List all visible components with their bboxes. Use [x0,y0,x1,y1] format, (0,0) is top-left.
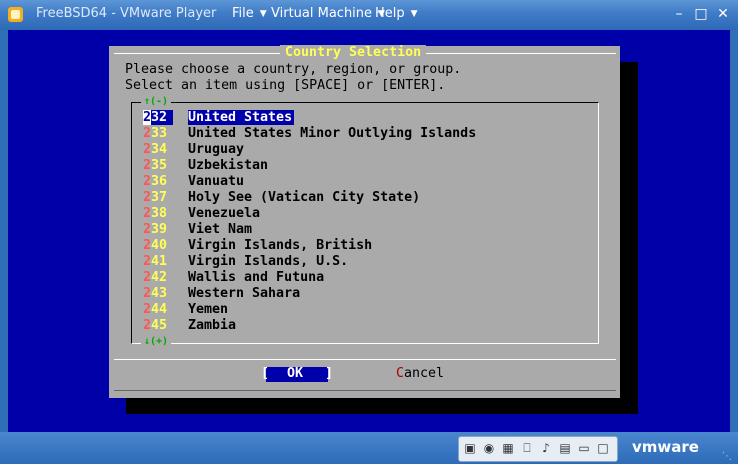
window-title: FreeBSD64 - VMware Player [36,6,217,21]
list-item[interactable]: 239 Viet Nam [143,222,252,238]
item-number: 240 [143,238,168,253]
minimize-icon[interactable]: – [668,4,690,24]
item-number: 239 [143,222,168,237]
player-statusbar [0,432,738,464]
cd-drive-icon[interactable]: ◉ [482,441,496,455]
dialog-separator [114,359,616,360]
item-number: 244 [143,302,168,317]
network-icon[interactable]: ▣ [463,441,477,455]
item-number: 238 [143,206,168,221]
list-item[interactable]: 236 Vanuatu [143,174,244,190]
ok-bracket-right: ] [325,366,334,381]
item-label: Zambia [188,318,237,333]
item-label: Holy See (Vatican City State) [188,190,421,205]
item-number: 243 [143,286,168,301]
close-icon[interactable]: ✕ [712,4,734,24]
item-label: Uruguay [188,142,245,157]
chevron-down-icon: ▼ [259,9,267,19]
menu-file[interactable]: File ▼ [232,6,267,21]
chevron-down-icon: ▼ [410,9,418,19]
item-label: Viet Nam [188,222,253,237]
ok-button-label: OK [287,366,304,381]
list-item[interactable]: 234 Uruguay [143,142,244,158]
maximize-icon[interactable]: □ [690,4,712,24]
vmware-logo: vmware [632,438,699,456]
item-number: 232 [143,110,173,125]
window-titlebar[interactable]: FreeBSD64 - VMware Player File ▼ Virtual … [0,0,738,30]
prompt-line-1: Please choose a country, region, or grou… [125,62,462,77]
list-item[interactable]: 241 Virgin Islands, U.S. [143,254,348,270]
floppy-icon[interactable]: ▦ [501,441,515,455]
item-number: 237 [143,190,168,205]
item-number: 235 [143,158,168,173]
list-item[interactable]: 244 Yemen [143,302,228,318]
item-label: Uzbekistan [188,158,269,173]
item-number: 242 [143,270,168,285]
prompt-line-2: Select an item using [SPACE] or [ENTER]. [125,78,446,93]
list-item[interactable]: 243 Western Sahara [143,286,300,302]
item-label: United States Minor Outlying Islands [188,126,477,141]
item-label: Venezuela [188,206,261,221]
menu-virtual-machine[interactable]: Virtual Machine ▼ [271,6,385,21]
printer-icon[interactable]: ▤ [558,441,572,455]
item-number: 245 [143,318,168,333]
list-item[interactable]: 235 Uzbekistan [143,158,268,174]
vmware-player-icon [8,7,23,22]
message-icon[interactable]: □ [596,441,610,455]
scroll-down-indicator[interactable]: ↓(+) [141,336,172,347]
menu-help[interactable]: Help ▼ [375,6,418,21]
list-item[interactable]: 232 United States [143,110,295,126]
list-item[interactable]: 237 Holy See (Vatican City State) [143,190,420,206]
item-label: Western Sahara [188,286,301,301]
cancel-button[interactable]: Cancel [396,366,444,381]
item-label: Wallis and Futuna [188,270,325,285]
display-icon[interactable]: ▭ [577,441,591,455]
item-number: 233 [143,126,168,141]
list-item[interactable]: 233 United States Minor Outlying Islands [143,126,476,142]
item-number: 234 [143,142,168,157]
scroll-up-indicator[interactable]: ↑(-) [141,96,172,107]
ok-button[interactable]: [ OK ] [261,366,333,382]
item-label: Vanuatu [188,174,245,189]
cancel-hotkey: C [396,366,405,381]
item-label: Yemen [188,302,229,317]
item-label: Virgin Islands, U.S. [188,254,349,269]
list-item[interactable]: 245 Zambia [143,318,236,334]
dialog-bottom-border [114,390,616,391]
item-label: Virgin Islands, British [188,238,373,253]
usb-icon[interactable]: ⎕ [520,441,534,455]
ok-bracket-left: [ [261,366,270,381]
dialog-title: Country Selection [280,45,427,60]
list-item[interactable]: 238 Venezuela [143,206,260,222]
resize-grip-icon[interactable]: ⋱ [722,452,734,462]
item-label: United States [188,110,295,125]
item-number: 236 [143,174,168,189]
sound-icon[interactable]: ♪ [539,441,553,455]
cancel-label: ancel [404,366,445,381]
device-tray[interactable]: ▣ ◉ ▦ ⎕ ♪ ▤ ▭ □ [458,436,618,462]
list-item[interactable]: 240 Virgin Islands, British [143,238,372,254]
list-item[interactable]: 242 Wallis and Futuna [143,270,324,286]
item-number: 241 [143,254,168,269]
